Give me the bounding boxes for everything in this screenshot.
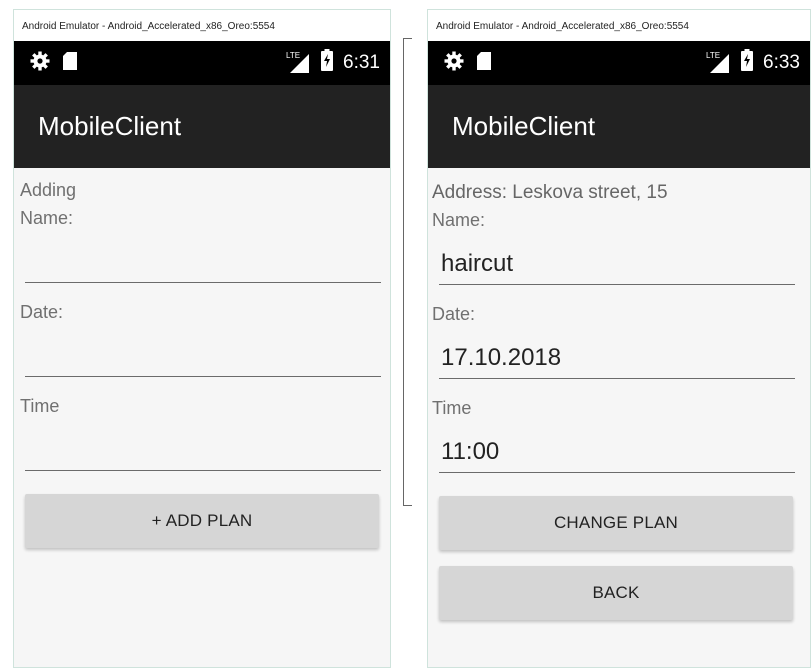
- sd-card-icon: [62, 51, 78, 76]
- time-input[interactable]: [25, 430, 381, 471]
- add-plan-button[interactable]: + ADD PLAN: [25, 494, 379, 548]
- emulator-window-left: Android Emulator - Android_Accelerated_x…: [13, 9, 391, 668]
- adding-heading: Adding: [20, 180, 77, 200]
- content-area: Address: Leskova street, 15 Name: haircu…: [428, 168, 810, 667]
- back-button[interactable]: BACK: [439, 566, 793, 620]
- date-input[interactable]: [25, 336, 381, 377]
- app-title: MobileClient: [38, 111, 182, 141]
- app-bar: MobileClient: [14, 85, 390, 168]
- battery-icon: [741, 49, 754, 76]
- date-label: Date:: [20, 302, 64, 322]
- date-label: Date:: [432, 304, 476, 324]
- name-input[interactable]: haircut: [439, 244, 795, 285]
- app-bar: MobileClient: [428, 85, 810, 168]
- lte-label: LTE: [705, 50, 722, 60]
- content-area: Adding Name: Date: Time + ADD PLAN: [14, 168, 390, 667]
- status-bar: LTE 6:33: [428, 41, 810, 85]
- gear-icon: [444, 51, 464, 76]
- window-title: Android Emulator - Android_Accelerated_x…: [428, 10, 810, 41]
- battery-icon: [321, 49, 334, 76]
- status-time: 6:31: [343, 51, 380, 73]
- date-input[interactable]: 17.10.2018: [439, 338, 795, 379]
- lte-signal-icon: LTE: [705, 50, 731, 74]
- app-title: MobileClient: [452, 111, 596, 141]
- address-text: Address: Leskova street, 15: [432, 182, 668, 203]
- divider-bracket: [403, 38, 412, 506]
- window-title: Android Emulator - Android_Accelerated_x…: [14, 10, 390, 41]
- status-time: 6:33: [763, 51, 800, 73]
- time-label: Time: [20, 396, 60, 416]
- emulator-window-right: Android Emulator - Android_Accelerated_x…: [427, 9, 811, 668]
- lte-label: LTE: [285, 50, 302, 60]
- sd-card-icon: [476, 51, 492, 76]
- change-plan-button[interactable]: CHANGE PLAN: [439, 496, 793, 550]
- time-input[interactable]: 11:00: [439, 432, 795, 473]
- name-input[interactable]: [25, 242, 381, 283]
- lte-signal-icon: LTE: [285, 50, 311, 74]
- gear-icon: [30, 51, 50, 76]
- name-label: Name:: [20, 208, 74, 228]
- status-bar: LTE 6:31: [14, 41, 390, 85]
- name-label: Name:: [432, 210, 486, 230]
- time-label: Time: [432, 398, 472, 418]
